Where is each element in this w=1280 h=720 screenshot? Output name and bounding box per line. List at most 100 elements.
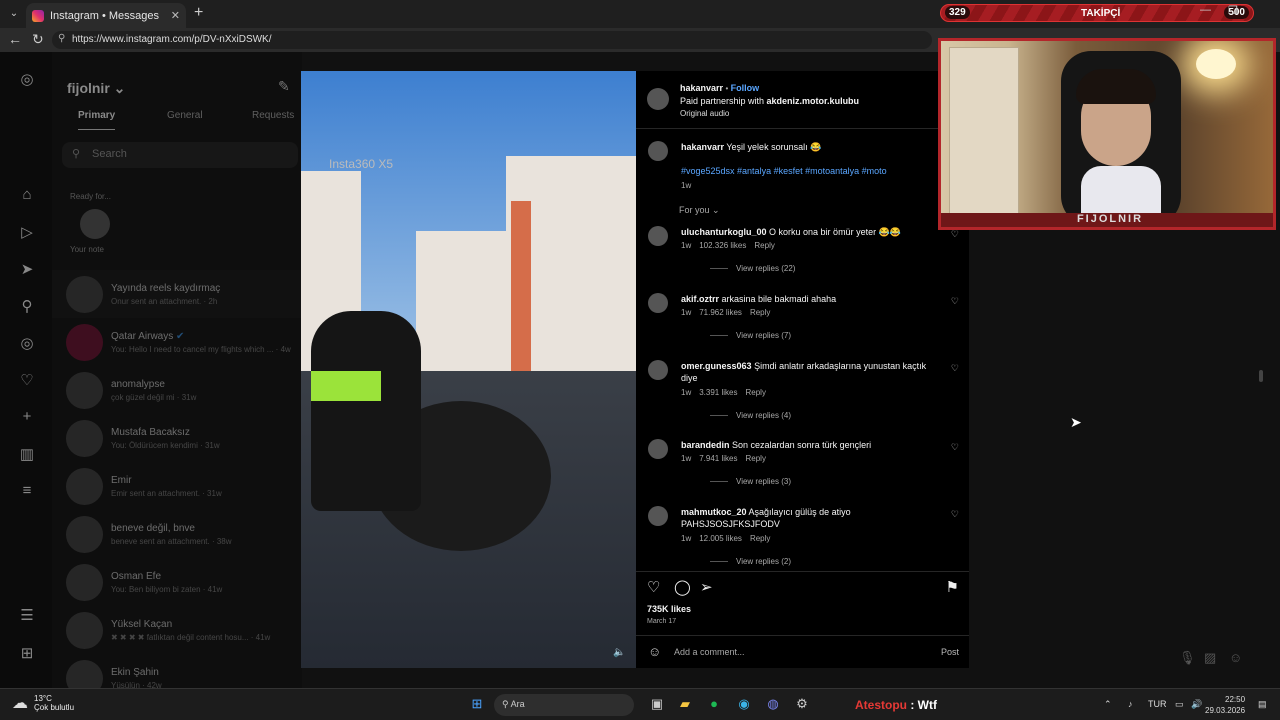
post-comment-button[interactable]: Post [941,647,959,657]
start-icon[interactable]: ⊞ [468,695,486,713]
explore-icon[interactable]: ◎ [18,334,36,352]
tab-primary[interactable]: Primary [78,110,116,130]
edge-icon[interactable]: ◉ [735,695,753,713]
weather-widget[interactable]: ☁ 13°C Çok bulutlu [12,693,74,713]
tab-general[interactable]: General [167,110,203,121]
reels-icon[interactable]: ▷ [18,223,36,241]
conversation-item[interactable]: beneve değil, bnve beneve sent an attachm… [52,510,302,558]
comment-like-icon[interactable]: ♡ [951,509,959,520]
share-icon[interactable]: ➢ [700,578,713,596]
comment-username[interactable]: uluchanturkoglu_00 [681,227,767,237]
create-icon[interactable]: + [18,408,36,426]
avatar[interactable] [648,293,668,313]
comment-likes[interactable]: 7.941 likes [699,454,737,463]
reply-button[interactable]: Reply [750,534,770,543]
author-avatar[interactable] [647,88,669,110]
view-replies-button[interactable]: View replies (3) [710,477,791,486]
comment-likes[interactable]: 102.326 likes [699,241,746,250]
caption-username[interactable]: hakanvarr [681,142,724,152]
comment-likes[interactable]: 3.391 likes [699,388,737,397]
avatar[interactable] [648,226,668,246]
comment-username[interactable]: mahmutkoc_20 [681,507,747,517]
browser-tab[interactable]: Instagram • Messages ✕ [26,3,186,28]
task-view-icon[interactable]: ▣ [648,695,666,713]
comment-icon[interactable]: ◯ [674,578,691,596]
reel-video[interactable]: Insta360 X5 🔈 [301,71,636,668]
new-tab-icon[interactable]: + [194,4,203,22]
search-icon[interactable]: ⚲ [18,297,36,315]
emoji-icon[interactable]: ☺ [648,644,661,659]
conversation-item[interactable]: Qatar Airways ✔ You: Hello I need to canc… [52,318,302,366]
conversation-item[interactable]: anomalypse çok güzel değil mi · 31w [52,366,302,414]
comment-likes[interactable]: 12.005 likes [699,534,742,543]
microphone-icon[interactable]: ♪ [1128,699,1133,709]
image-icon[interactable]: ▨ [1204,650,1216,666]
comment-like-icon[interactable]: ♡ [951,363,959,374]
comment-username[interactable]: akif.oztrr [681,294,719,304]
notifications-icon[interactable]: ♡ [18,371,36,389]
author-username[interactable]: hakanvarr [680,83,723,93]
taskbar-search[interactable]: ⚲ Ara [494,694,634,716]
caption-hashtags[interactable]: #voge525dsx #antalya #kesfet #motoantaly… [681,165,941,177]
comment-input[interactable]: Add a comment... [674,647,745,657]
view-replies-button[interactable]: View replies (22) [710,264,795,273]
avatar[interactable] [648,141,668,161]
discord-icon[interactable]: ◍ [764,695,782,713]
also-from-meta-icon[interactable]: ⊞ [18,644,36,662]
partner-link[interactable]: akdeniz.motor.kulubu [767,96,860,106]
sticker-icon[interactable]: ☺ [1229,650,1242,665]
follow-button[interactable]: Follow [731,83,760,93]
dm-username[interactable]: fijolnir ⌄ [67,80,125,97]
likes-count[interactable]: 735K likes [647,604,691,614]
settings-icon[interactable]: ⚙ [793,695,811,713]
reply-button[interactable]: Reply [745,388,765,397]
voice-clip-icon[interactable]: 🎙 [1179,650,1196,666]
comment-like-icon[interactable]: ♡ [951,229,959,240]
minimize-icon[interactable]: — [1200,4,1211,16]
language-indicator[interactable]: TUR [1148,699,1167,709]
messages-icon[interactable]: ➤ [18,260,36,278]
comment-like-icon[interactable]: ♡ [951,296,959,307]
site-info-icon[interactable]: ⚲ [58,33,65,44]
scrollbar[interactable] [1259,370,1263,382]
close-tab-icon[interactable]: ✕ [171,9,180,22]
your-note[interactable]: Ready for... Your note [70,192,111,254]
comment-like-icon[interactable]: ♡ [951,442,959,453]
dashboard-icon[interactable]: ▥ [18,445,36,463]
restore-icon[interactable]: ❐ [1228,4,1238,17]
view-replies-button[interactable]: View replies (2) [710,557,791,567]
volume-icon[interactable]: 🔊 [1191,699,1202,710]
conversation-item[interactable]: Emir Emir sent an attachment. · 31w [52,462,302,510]
comment-username[interactable]: omer.guness063 [681,361,752,371]
dm-search-input[interactable]: ⚲ Search [62,142,298,168]
conversation-item[interactable]: Yüksel Kaçan ✖ ✖ ✖ ✖ fatlıktan değil cont… [52,606,302,654]
original-audio-link[interactable]: Original audio [680,109,729,118]
back-icon[interactable]: ← [8,31,22,47]
reply-button[interactable]: Reply [745,454,765,463]
instagram-logo-icon[interactable]: ◎ [18,70,36,88]
comment-sort-dropdown[interactable]: For you ⌄ [679,205,720,216]
view-replies-button[interactable]: View replies (4) [710,411,791,420]
reload-icon[interactable]: ↻ [32,31,44,48]
like-icon[interactable]: ♡ [647,578,660,596]
home-icon[interactable]: ⌂ [18,186,36,204]
profile-icon[interactable]: ≡ [18,482,36,500]
notifications-icon[interactable]: ▤ [1258,699,1267,710]
comment-username[interactable]: barandedin [681,440,730,450]
comment-likes[interactable]: 71.962 likes [699,308,742,317]
save-bookmark-icon[interactable]: ⚑ [946,578,959,596]
tab-list-chevron-icon[interactable]: ⌄ [6,6,22,22]
more-menu-icon[interactable]: ☰ [18,606,36,624]
network-icon[interactable]: ▭ [1175,699,1184,710]
clock[interactable]: 22:50 29.03.2026 [1205,694,1245,716]
mute-icon[interactable]: 🔈 [613,647,625,658]
new-message-icon[interactable]: ✎ [278,78,290,95]
file-explorer-icon[interactable]: ▰ [676,695,694,713]
conversation-item[interactable]: Osman Efe You: Ben biliyom bi zaten · 41w [52,558,302,606]
url-field[interactable]: ⚲ https://www.instagram.com/p/DV-nXxiDSW… [52,31,932,49]
avatar[interactable] [648,360,668,380]
conversation-item[interactable]: Mustafa Bacaksız You: Öldürücem kendimi ·… [52,414,302,462]
avatar[interactable] [648,439,668,459]
chevron-up-icon[interactable]: ⌃ [1104,699,1112,710]
reply-button[interactable]: Reply [754,241,774,250]
